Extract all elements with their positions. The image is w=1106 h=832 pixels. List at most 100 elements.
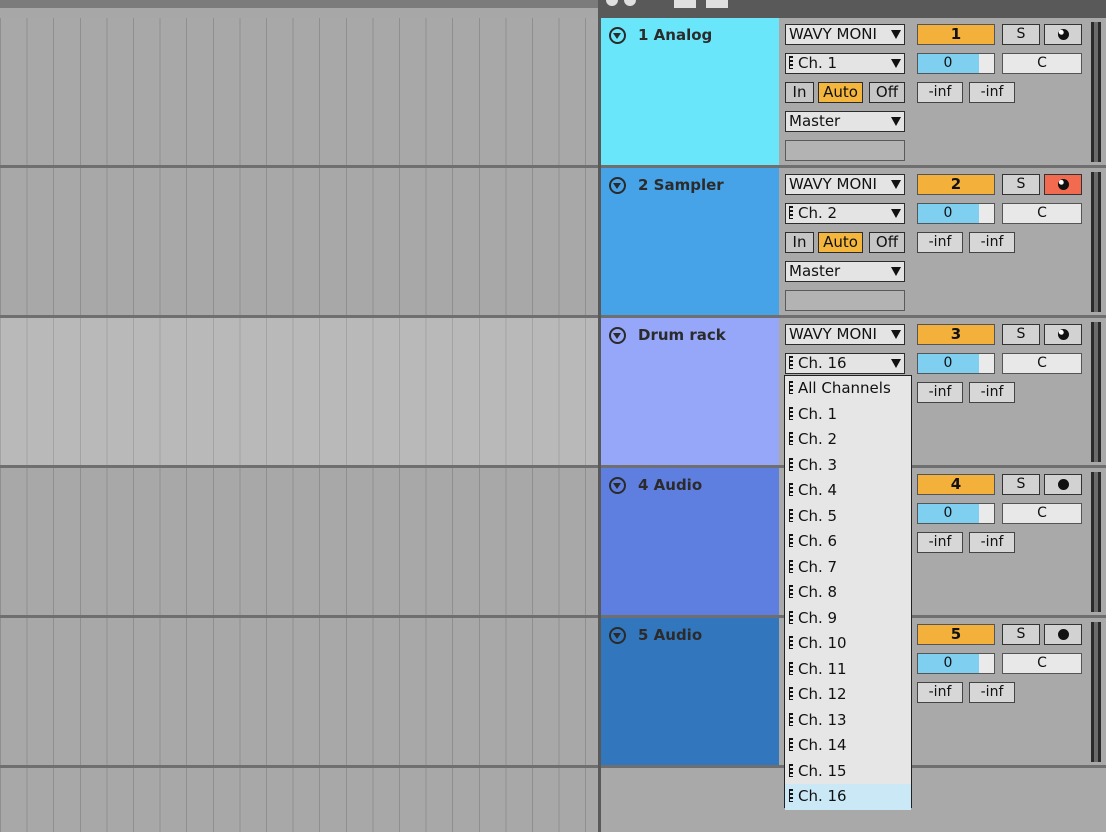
pan-field[interactable]: C [1002,53,1082,74]
volume-field[interactable]: 0 [917,653,995,674]
dropdown-item-label: Ch. 7 [798,557,838,576]
record-arm-icon [1058,329,1069,340]
track-header[interactable]: 1 Analog WAVY MONI Ch. 1 In Auto Off Mas… [601,18,1106,168]
solo-button[interactable]: S [1002,324,1040,345]
solo-button[interactable]: S [1002,174,1040,195]
dropdown-item-label: Ch. 11 [798,659,847,678]
dropdown-item[interactable]: Ch. 12 [785,682,911,708]
chevron-down-icon [891,330,901,339]
fold-icon[interactable] [609,627,626,644]
input-type-select[interactable]: WAVY MONI [785,174,905,195]
unfold-all-icon[interactable] [624,0,636,6]
pan-field[interactable]: C [1002,503,1082,524]
dropdown-item[interactable]: Ch. 5 [785,504,911,530]
stop-icon[interactable] [706,0,728,8]
level-meter [1091,622,1101,762]
pan-field[interactable]: C [1002,653,1082,674]
midi-icon[interactable] [674,0,696,8]
solo-button[interactable]: S [1002,624,1040,645]
monitor-off-button[interactable]: Off [869,232,905,253]
level-meter [1091,472,1101,612]
track-activator-button[interactable]: 2 [917,174,995,195]
track-activator-button[interactable]: 4 [917,474,995,495]
track-lane-5[interactable] [0,618,598,768]
fold-icon[interactable] [609,477,626,494]
dropdown-item[interactable]: Ch. 6 [785,529,911,555]
monitor-auto-button[interactable]: Auto [818,82,863,103]
dropdown-item-label: Ch. 14 [798,736,847,754]
arm-button[interactable] [1044,624,1082,645]
dropdown-item[interactable]: Ch. 8 [785,580,911,606]
midi-icon [789,687,793,700]
monitor-in-button[interactable]: In [785,82,814,103]
solo-button[interactable]: S [1002,24,1040,45]
arrangement-view[interactable] [0,0,598,832]
track-lane-4[interactable] [0,468,598,618]
input-channel-dropdown[interactable]: All Channels Ch. 1 Ch. 2 Ch. 3 Ch. 4 Ch.… [784,375,912,810]
track-activator-button[interactable]: 1 [917,24,995,45]
dropdown-item-label: Ch. 16 [798,787,847,805]
output-channel-select[interactable] [785,140,905,161]
fold-icon[interactable] [609,327,626,344]
midi-icon [789,661,793,675]
track-lane-3[interactable] [0,318,598,468]
track-title[interactable]: Drum rack [601,318,779,465]
track-title[interactable]: 4 Audio [601,468,779,615]
fold-icon[interactable] [609,177,626,194]
input-type-select[interactable]: WAVY MONI [785,24,905,45]
volume-field[interactable]: 0 [917,503,995,524]
dropdown-item[interactable]: Ch. 7 [785,555,911,581]
pan-field[interactable]: C [1002,203,1082,224]
track-lane-1[interactable] [0,18,598,168]
volume-field[interactable]: 0 [917,203,995,224]
empty-lane[interactable] [0,768,598,832]
arm-button[interactable] [1044,474,1082,495]
track-header[interactable]: 2 Sampler WAVY MONI Ch. 2 In Auto Off Ma… [601,168,1106,318]
input-channel-select[interactable]: Ch. 1 [785,53,905,74]
dropdown-item[interactable]: Ch. 4 [785,478,911,504]
track-title[interactable]: 5 Audio [601,618,779,765]
dropdown-item-selected[interactable]: Ch. 16 [785,784,911,810]
track-activator-button[interactable]: 5 [917,624,995,645]
monitor-in-button[interactable]: In [785,232,814,253]
volume-field[interactable]: 0 [917,53,995,74]
output-value: Master [789,262,841,280]
input-type-select[interactable]: WAVY MONI [785,324,905,345]
output-select[interactable]: Master [785,111,905,132]
peak-right: -inf [969,82,1015,103]
arm-button[interactable] [1044,324,1082,345]
dropdown-item[interactable]: Ch. 9 [785,606,911,632]
pan-field[interactable]: C [1002,353,1082,374]
output-select[interactable]: Master [785,261,905,282]
track-title[interactable]: 2 Sampler [601,168,779,315]
chevron-down-icon [891,117,901,126]
input-channel-select[interactable]: Ch. 2 [785,203,905,224]
fold-all-icon[interactable] [606,0,618,6]
arm-button[interactable] [1044,24,1082,45]
input-type-value: WAVY MONI [789,325,877,343]
record-arm-icon [1058,179,1069,190]
monitor-off-button[interactable]: Off [869,82,905,103]
dropdown-item[interactable]: Ch. 1 [785,402,911,428]
timeline-ruler[interactable] [0,0,598,8]
dropdown-item[interactable]: Ch. 15 [785,759,911,785]
output-channel-select[interactable] [785,290,905,311]
dropdown-item-label: Ch. 1 [798,404,838,423]
volume-field[interactable]: 0 [917,353,995,374]
dropdown-item[interactable]: Ch. 3 [785,453,911,479]
track-lane-2[interactable] [0,168,598,318]
dropdown-item[interactable]: Ch. 10 [785,631,911,657]
dropdown-item[interactable]: Ch. 2 [785,427,911,453]
arm-button[interactable] [1044,174,1082,195]
dropdown-item[interactable]: Ch. 13 [785,708,911,734]
dropdown-item-label: Ch. 9 [798,608,838,627]
dropdown-item[interactable]: All Channels [785,376,911,402]
solo-button[interactable]: S [1002,474,1040,495]
track-activator-button[interactable]: 3 [917,324,995,345]
dropdown-item[interactable]: Ch. 14 [785,733,911,759]
dropdown-item[interactable]: Ch. 11 [785,657,911,683]
input-channel-select[interactable]: Ch. 16 [785,353,905,374]
monitor-auto-button[interactable]: Auto [818,232,863,253]
fold-icon[interactable] [609,27,626,44]
track-title[interactable]: 1 Analog [601,18,779,165]
